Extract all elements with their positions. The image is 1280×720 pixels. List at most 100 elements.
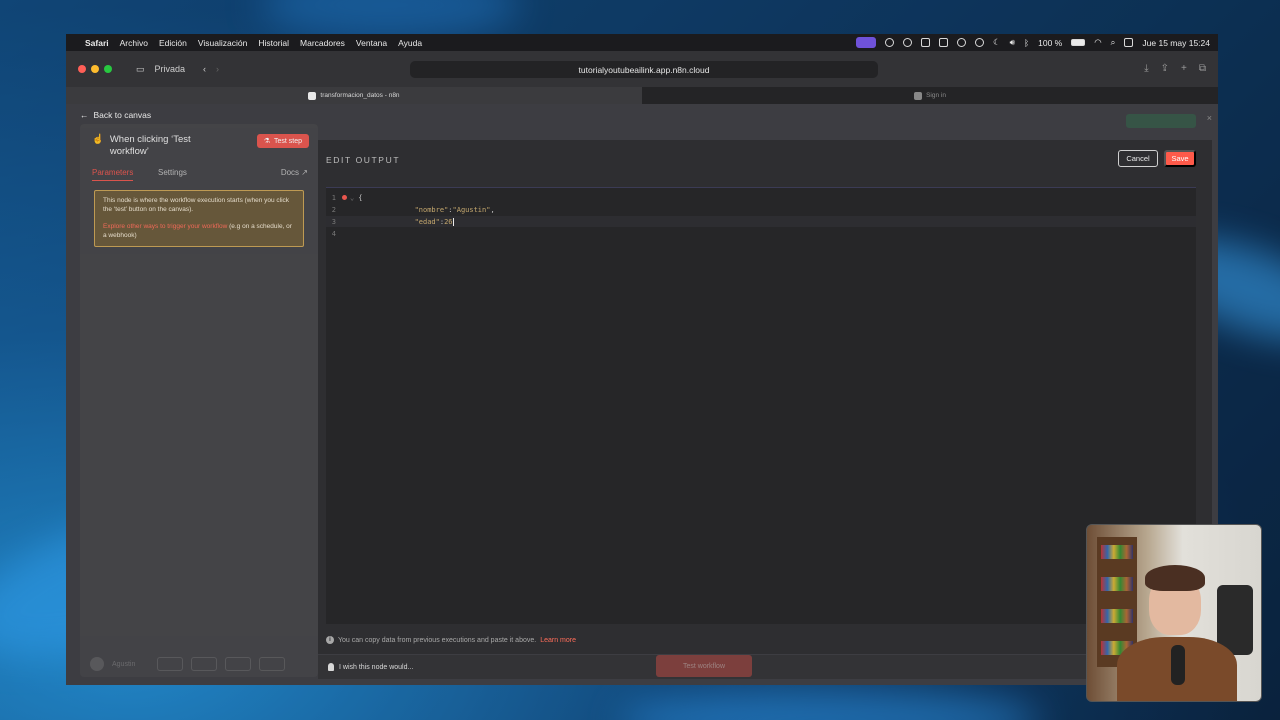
tab-docs-label: Docs bbox=[280, 168, 300, 177]
menu-ayuda[interactable]: Ayuda bbox=[398, 38, 422, 48]
explore-triggers-link[interactable]: Explore other ways to trigger your workf… bbox=[103, 223, 227, 230]
code-line-current: 3 "edad":26 bbox=[326, 216, 1196, 227]
volume-icon[interactable]: 🔊︎ bbox=[1010, 37, 1015, 48]
code-text: { bbox=[358, 193, 363, 202]
fold-arrow-icon[interactable]: ⌄ bbox=[350, 194, 354, 202]
image-icon[interactable] bbox=[921, 38, 931, 47]
screen-record-icon[interactable] bbox=[856, 37, 877, 48]
close-node-icon[interactable]: × bbox=[1207, 113, 1212, 123]
trigger-notice: This node is where the workflow executio… bbox=[94, 190, 304, 247]
arrow-left-icon: ← bbox=[80, 110, 89, 120]
save-button[interactable]: Save bbox=[1164, 150, 1196, 167]
private-label: Privada bbox=[154, 64, 186, 74]
left-panel-footer: Agustin bbox=[90, 657, 286, 671]
test-step-label: Test step bbox=[273, 137, 302, 145]
code-line: 2 "nombre":"Agustin", bbox=[326, 204, 1196, 215]
learn-more-link[interactable]: Learn more bbox=[540, 637, 576, 644]
info-icon: i bbox=[326, 636, 334, 644]
gear-icon[interactable] bbox=[903, 38, 913, 47]
user-name: Agustin bbox=[112, 660, 136, 668]
tab-sign-in[interactable]: Sign in bbox=[642, 87, 1218, 104]
notice-text: This node is where the workflow executio… bbox=[103, 197, 290, 213]
node-title: ☝ When clicking ‘Test workflow’ bbox=[92, 134, 212, 158]
download-icon[interactable]: ⤓ bbox=[1144, 63, 1148, 74]
tab-n8n-label: transformacion_datos - n8n bbox=[320, 92, 400, 99]
tab-docs[interactable]: Docs ↗ bbox=[281, 168, 308, 177]
menu-marcadores[interactable]: Marcadores bbox=[300, 38, 345, 48]
avatar[interactable] bbox=[90, 657, 104, 671]
canvas-control-button[interactable] bbox=[191, 657, 218, 671]
tab-n8n[interactable]: transformacion_datos - n8n bbox=[66, 87, 642, 104]
test-step-button[interactable]: ⚗ Test step bbox=[256, 134, 309, 148]
error-marker-icon bbox=[342, 195, 347, 200]
extension-icon[interactable] bbox=[885, 38, 895, 47]
microphone bbox=[1171, 645, 1185, 685]
back-arrow-icon[interactable]: ‹ bbox=[203, 64, 206, 74]
back-to-canvas-link[interactable]: ← Back to canvas bbox=[80, 110, 151, 120]
line-number: 2 bbox=[331, 205, 336, 214]
node-tabs: Parameters Settings Docs ↗ bbox=[80, 168, 318, 182]
hint-text: You can copy data from previous executio… bbox=[338, 636, 537, 644]
cancel-button[interactable]: Cancel bbox=[1118, 150, 1158, 167]
toolbar-actions: ⤓ ⇪ + ⧉ bbox=[1144, 63, 1206, 74]
tab-parameters[interactable]: Parameters bbox=[92, 168, 134, 181]
text-cursor bbox=[452, 217, 454, 226]
json-editor[interactable]: 1 ⌄ { 2 "nombre":"Agustin", 3 "edad":26 bbox=[326, 187, 1196, 624]
menu-edicion[interactable]: Edición bbox=[159, 38, 187, 48]
back-to-canvas-label: Back to canvas bbox=[93, 110, 152, 120]
forward-arrow-icon[interactable]: › bbox=[216, 64, 219, 74]
json-value: "Agustin" bbox=[452, 205, 491, 214]
sign-in-favicon-icon bbox=[914, 91, 923, 100]
vpn-icon[interactable] bbox=[957, 38, 967, 47]
menu-safari[interactable]: Safari bbox=[85, 38, 109, 48]
zoom-window-button[interactable] bbox=[104, 65, 112, 73]
node-parameters-panel: ☝ When clicking ‘Test workflow’ ⚗ Test s… bbox=[80, 124, 318, 677]
webcam-overlay bbox=[1086, 524, 1262, 702]
line-number: 1 bbox=[331, 193, 336, 202]
edit-output-title: EDIT OUTPUT bbox=[326, 155, 401, 165]
search-icon[interactable]: ⌕ bbox=[1111, 37, 1116, 48]
wish-link[interactable]: I wish this node would... bbox=[328, 663, 413, 671]
menu-visualizacion[interactable]: Visualización bbox=[198, 38, 247, 48]
moon-icon[interactable]: ☾ bbox=[993, 37, 1001, 48]
tab-settings[interactable]: Settings bbox=[158, 168, 187, 177]
n8n-app: ← Back to canvas × ☝ When clicking ‘Test… bbox=[66, 104, 1218, 685]
menu-historial[interactable]: Historial bbox=[258, 38, 289, 48]
new-tab-icon[interactable]: + bbox=[1181, 63, 1187, 74]
minimize-window-button[interactable] bbox=[91, 65, 99, 73]
app-icon[interactable] bbox=[939, 38, 949, 47]
json-key: "edad" bbox=[414, 217, 440, 226]
canvas-control-button[interactable] bbox=[259, 657, 286, 671]
battery-icon[interactable] bbox=[1071, 39, 1086, 46]
tab-sign-in-label: Sign in bbox=[926, 92, 946, 99]
node-bottom-bar: I wish this node would... Test workflow bbox=[318, 655, 1212, 679]
workflow-action-button[interactable] bbox=[1126, 114, 1196, 128]
edit-output-panel: EDIT OUTPUT Cancel Save 1 ⌄ { 2 "nombre"… bbox=[318, 140, 1212, 654]
wifi-icon[interactable]: ◠ bbox=[1094, 37, 1101, 48]
menu-bar: Safari Archivo Edición Visualización His… bbox=[66, 34, 1218, 51]
address-bar[interactable]: tutorialyoutubeailink.app.n8n.cloud bbox=[410, 61, 878, 78]
canvas-control-button[interactable] bbox=[225, 657, 252, 671]
menu-ventana[interactable]: Ventana bbox=[356, 38, 387, 48]
menubar-datetime[interactable]: Jue 15 may 15:24 bbox=[1142, 38, 1210, 48]
menu-archivo[interactable]: Archivo bbox=[120, 38, 148, 48]
share-icon[interactable]: ⇪ bbox=[1161, 63, 1169, 74]
json-value: 26 bbox=[444, 217, 453, 226]
test-workflow-button[interactable]: Test workflow bbox=[656, 655, 752, 677]
external-link-icon: ↗ bbox=[301, 168, 308, 177]
control-center-icon[interactable] bbox=[1124, 38, 1134, 47]
wish-label: I wish this node would... bbox=[339, 663, 414, 671]
bluetooth-icon[interactable]: ᛒ bbox=[1024, 38, 1029, 48]
status-area: ☾ 🔊︎ ᛒ 100 % ◠ ⌕ Jue 15 may 15:24 bbox=[856, 37, 1210, 48]
safari-window: ▭ Privada ‹ › tutorialyoutubeailink.app.… bbox=[66, 51, 1218, 685]
close-window-button[interactable] bbox=[78, 65, 86, 73]
line-number: 4 bbox=[331, 229, 336, 238]
circle-icon[interactable] bbox=[975, 38, 985, 47]
window-controls bbox=[78, 65, 112, 73]
sidebar-icon[interactable]: ▭ bbox=[136, 64, 145, 75]
canvas-control-button[interactable] bbox=[157, 657, 184, 671]
presenter-hair bbox=[1145, 565, 1205, 591]
node-title-text: When clicking ‘Test workflow’ bbox=[109, 134, 191, 157]
tab-overview-icon[interactable]: ⧉ bbox=[1199, 63, 1206, 74]
paste-hint: i You can copy data from previous execut… bbox=[326, 636, 576, 644]
